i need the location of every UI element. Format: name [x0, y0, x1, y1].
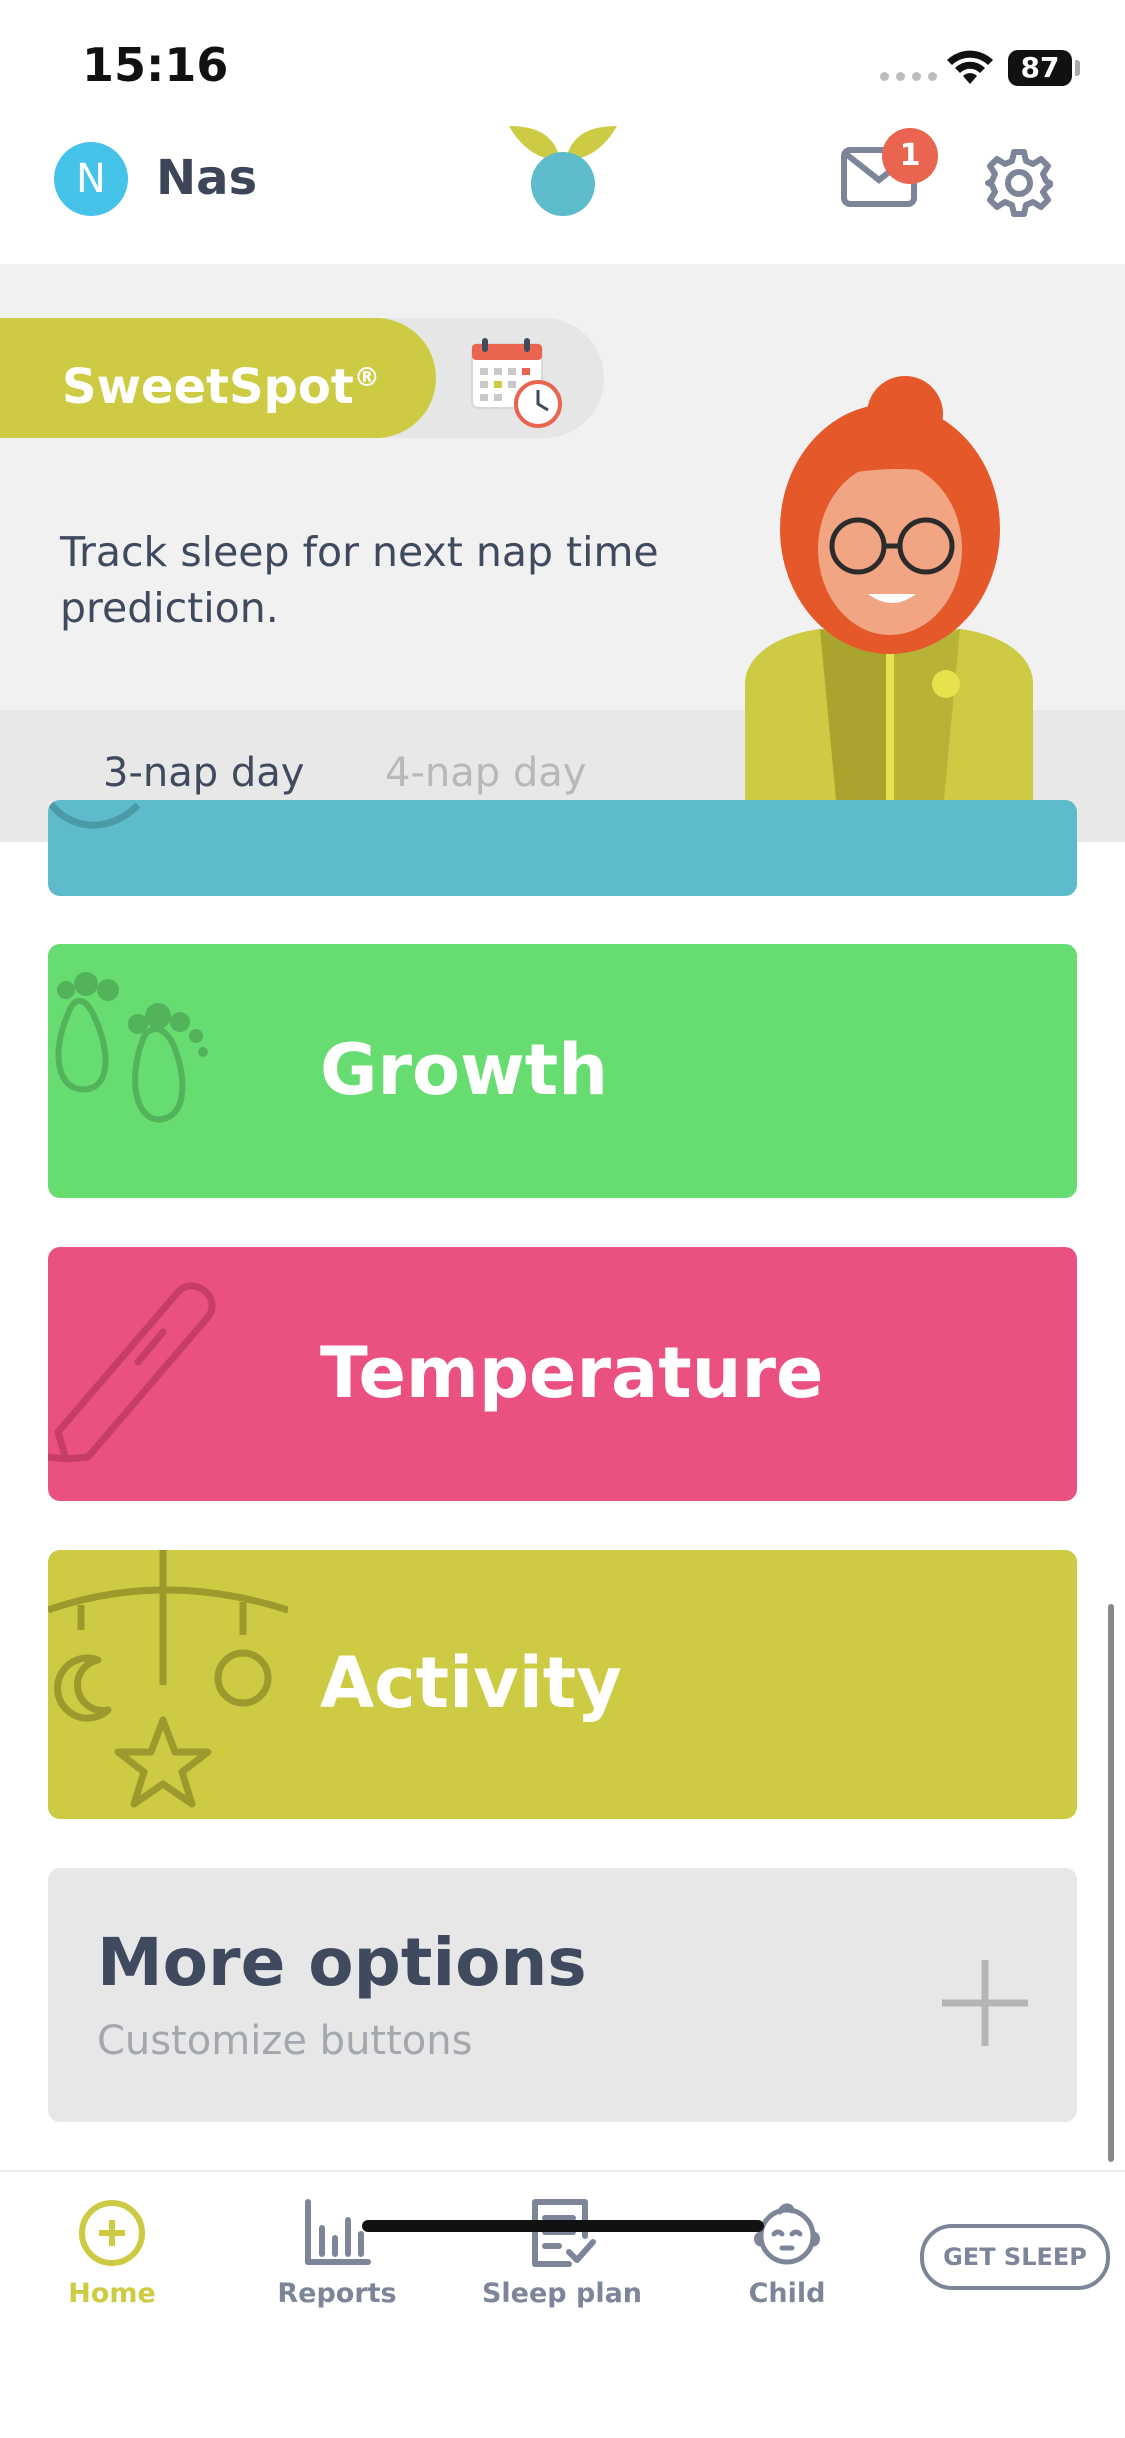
activity-label: Activity — [320, 1642, 622, 1724]
cellular-signal-icon — [880, 72, 937, 81]
nav-sleep-plan-label: Sleep plan — [481, 2278, 643, 2309]
gear-icon[interactable] — [984, 148, 1054, 218]
baby-mobile-icon — [48, 1550, 288, 1808]
thermometer-icon — [48, 1282, 216, 1463]
nav-child-label: Child — [748, 2278, 826, 2309]
wifi-icon — [947, 50, 993, 84]
bar-chart-icon — [305, 2199, 371, 2265]
more-options-button[interactable]: More options Customize buttons — [48, 1868, 1077, 2122]
footprints-icon — [55, 972, 208, 1123]
nav-home[interactable]: Home — [27, 2198, 197, 2309]
hidden-card-partial[interactable] — [48, 800, 1077, 896]
scrollbar[interactable] — [1108, 1604, 1114, 2162]
nav-reports-label: Reports — [277, 2278, 397, 2309]
nav-child[interactable]: Child — [702, 2198, 872, 2309]
growth-label: Growth — [320, 1029, 609, 1111]
more-options-title: More options — [97, 1924, 587, 2001]
nav-sleep-plan[interactable]: Sleep plan — [477, 2198, 647, 2309]
sleep-plan-icon — [532, 2199, 596, 2267]
nav-home-label: Home — [68, 2278, 156, 2309]
growth-button[interactable]: Growth — [48, 944, 1077, 1198]
temperature-button[interactable]: Temperature — [48, 1247, 1077, 1501]
status-time: 15:16 — [82, 38, 229, 92]
notification-badge: 1 — [882, 128, 938, 184]
username[interactable]: Nas — [156, 150, 257, 206]
tab-3-nap-day[interactable]: 3-nap day — [103, 750, 304, 796]
plus-icon — [942, 1960, 1028, 2046]
temperature-label: Temperature — [320, 1332, 824, 1414]
get-sleep-button[interactable]: GET SLEEP — [920, 2224, 1110, 2290]
partial-card-icon — [48, 800, 141, 829]
sweetspot-card[interactable]: SweetSpot® Track sleep for next nap time… — [0, 264, 1125, 842]
sweetspot-description: Track sleep for next nap time prediction… — [60, 528, 659, 632]
home-plus-icon — [79, 2200, 145, 2266]
tab-4-nap-day[interactable]: 4-nap day — [385, 750, 586, 796]
calendar-clock-icon[interactable] — [468, 334, 564, 430]
more-options-subtitle: Customize buttons — [97, 2018, 473, 2064]
sleep-consultant-illustration — [745, 376, 1033, 842]
child-face-icon — [754, 2203, 820, 2265]
sweetspot-title[interactable]: SweetSpot® — [0, 318, 436, 438]
avatar[interactable]: N — [54, 142, 128, 216]
battery-nub — [1075, 60, 1080, 76]
app-logo-icon — [509, 126, 617, 216]
home-indicator[interactable] — [362, 2220, 764, 2232]
battery-indicator: 87 — [1008, 50, 1072, 86]
bottom-nav: Home Reports Sleep plan Child GET SLEEP — [0, 2170, 1125, 2438]
activity-button[interactable]: Activity — [48, 1550, 1077, 1819]
nav-reports[interactable]: Reports — [252, 2198, 422, 2309]
